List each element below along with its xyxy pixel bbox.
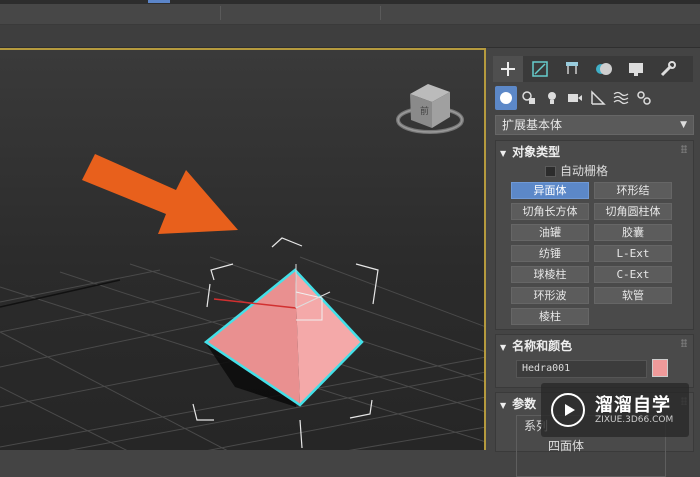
autogrid-label: 自动栅格 [560, 164, 609, 178]
object-type-rollout: ▼ 对象类型 自动栅格 异面体 环形结 切角长方体 切角圆柱体 油罐 胶囊 纺锤 … [495, 140, 694, 330]
object-type-header[interactable]: ▼ 对象类型 [500, 143, 560, 160]
motion-icon [596, 63, 612, 75]
shapes-subtab[interactable] [518, 86, 540, 110]
collapse-triangle-icon: ▼ [500, 149, 507, 158]
create-category-tabs [493, 86, 693, 110]
object-type-button[interactable]: 油罐 [511, 224, 589, 241]
geometry-sphere-icon [500, 92, 512, 104]
cameras-icon [568, 94, 582, 102]
spacewarps-icon [613, 91, 629, 105]
parameters-title: 参数 [512, 397, 537, 411]
object-type-button[interactable]: 异面体 [511, 182, 589, 199]
systems-subtab[interactable] [633, 86, 655, 110]
perspective-viewport[interactable]: 前 [0, 48, 486, 450]
create-plus-icon [501, 62, 515, 76]
object-type-button[interactable]: L-Ext [594, 245, 672, 262]
motion-tab[interactable] [589, 56, 619, 82]
toolbar-separator [380, 6, 381, 20]
name-color-title: 名称和颜色 [512, 339, 573, 353]
autogrid-checkbox[interactable] [545, 166, 556, 177]
geometry-subtab[interactable] [495, 86, 517, 110]
rollout-grip-icon [681, 145, 687, 153]
object-color-swatch[interactable] [652, 359, 668, 377]
viewport-scene: 前 [0, 84, 484, 450]
object-type-title: 对象类型 [512, 145, 561, 159]
name-color-rollout: ▼ 名称和颜色 Hedra001 [495, 334, 694, 388]
command-panel-tabs [493, 56, 693, 82]
display-tab[interactable] [621, 56, 651, 82]
systems-icon [637, 91, 651, 105]
secondary-toolbar [0, 25, 700, 48]
viewcube-face-label: 前 [420, 105, 429, 117]
object-name-field[interactable]: Hedra001 [516, 360, 647, 378]
collapse-triangle-icon: ▼ [500, 343, 507, 352]
object-type-button[interactable]: 环形结 [594, 182, 672, 199]
orange-arrow-icon [82, 154, 238, 234]
utilities-tab[interactable] [653, 56, 683, 82]
object-type-button[interactable]: 球棱柱 [511, 266, 589, 283]
category-dropdown[interactable]: 扩展基本体 ▼ [495, 115, 694, 135]
lights-subtab[interactable] [541, 86, 563, 110]
watermark-play-icon [551, 393, 585, 427]
object-type-button[interactable]: 环形波 [511, 287, 589, 304]
name-color-header[interactable]: ▼ 名称和颜色 [500, 337, 572, 354]
shapes-icon [522, 91, 535, 104]
category-dropdown-value: 扩展基本体 [502, 118, 563, 132]
utilities-wrench-icon [660, 61, 676, 77]
parameters-header[interactable]: ▼ 参数 [500, 395, 536, 412]
helpers-subtab[interactable] [587, 86, 609, 110]
object-type-button[interactable]: 棱柱 [511, 308, 589, 325]
display-icon [629, 63, 643, 76]
rollout-grip-icon [681, 339, 687, 347]
watermark-badge: 溜溜自学 ZIXUE.3D66.COM [541, 383, 689, 437]
active-menu-marker [148, 0, 170, 3]
object-type-button[interactable]: 胶囊 [594, 224, 672, 241]
object-type-button[interactable]: C-Ext [594, 266, 672, 283]
watermark-title: 溜溜自学 [595, 395, 671, 416]
object-type-button[interactable]: 切角长方体 [511, 203, 589, 220]
object-type-button[interactable]: 软管 [594, 287, 672, 304]
cameras-subtab[interactable] [564, 86, 586, 110]
main-toolbar [0, 4, 700, 25]
hierarchy-icon [566, 62, 578, 74]
watermark-url: ZIXUE.3D66.COM [595, 415, 674, 425]
create-tab[interactable] [493, 56, 523, 82]
object-type-button[interactable]: 纺锤 [511, 245, 589, 262]
helpers-icon [591, 90, 606, 105]
toolbar-separator [220, 6, 221, 20]
object-type-button[interactable]: 切角圆柱体 [594, 203, 672, 220]
viewcube[interactable]: 前 [396, 84, 464, 134]
hierarchy-tab[interactable] [557, 56, 587, 82]
spacewarps-subtab[interactable] [610, 86, 632, 110]
grid-axis-line [0, 279, 121, 308]
collapse-triangle-icon: ▼ [500, 401, 507, 410]
tetra-option-label[interactable]: 四面体 [548, 437, 584, 454]
modify-icon [532, 61, 548, 77]
chevron-down-icon: ▼ [680, 120, 687, 130]
lights-bulb-icon [548, 92, 556, 104]
modify-tab[interactable] [525, 56, 555, 82]
